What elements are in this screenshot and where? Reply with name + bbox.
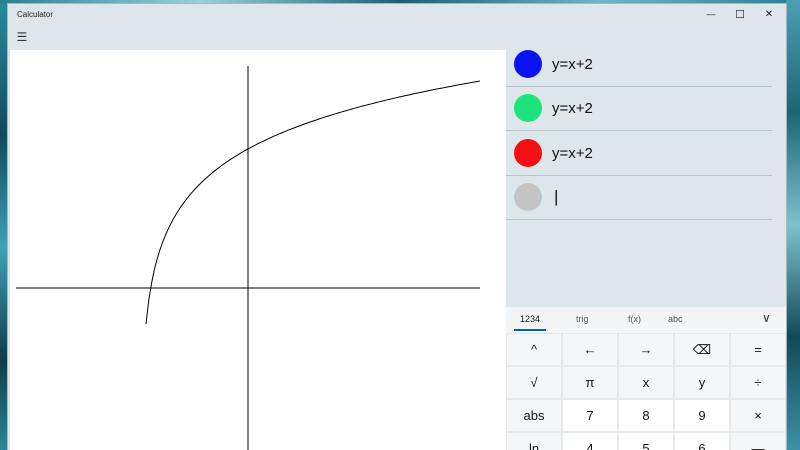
new-equation-color-swatch (514, 183, 542, 211)
maximize-icon: ☐ (735, 8, 745, 21)
collapse-keypad-button[interactable]: ∨ (762, 311, 771, 325)
key-ln[interactable]: ln (506, 432, 562, 450)
key-cursor-left[interactable]: ← (562, 333, 618, 366)
graph-svg (16, 66, 481, 450)
equation-row[interactable]: y=x+2 (506, 42, 772, 87)
close-icon: ✕ (764, 8, 774, 20)
title-bar[interactable]: Calculator — ☐ ✕ (8, 4, 786, 26)
key-divide[interactable]: ÷ (730, 366, 786, 399)
key-backspace[interactable]: ⌫ (674, 333, 730, 366)
key-sqrt[interactable]: √ (506, 366, 562, 399)
key-cursor-right[interactable]: → (618, 333, 674, 366)
key-9[interactable]: 9 (674, 399, 730, 432)
equation-text[interactable]: y=x+2 (552, 145, 593, 162)
key-abs[interactable]: abs (506, 399, 562, 432)
key-4[interactable]: 4 (562, 432, 618, 450)
active-tab-indicator (514, 329, 546, 331)
key-minus[interactable]: — (730, 432, 786, 450)
equation-color-swatch[interactable] (514, 94, 542, 122)
tab-abc[interactable]: abc (668, 314, 683, 324)
minimize-icon: — (706, 9, 716, 19)
key-6[interactable]: 6 (674, 432, 730, 450)
maximize-button[interactable]: ☐ (725, 4, 755, 24)
equation-text[interactable]: y=x+2 (552, 56, 593, 73)
tab-trig[interactable]: trig (576, 314, 589, 324)
hamburger-menu-button[interactable]: ☰ (14, 30, 30, 44)
keypad-tab-bar: 1234 trig f(x) abc ∨ (506, 307, 786, 333)
new-equation-input[interactable]: | (554, 187, 558, 207)
keypad: ^ ← → ⌫ = √ π x y ÷ abs 7 8 9 × ln 4 5 6… (506, 333, 786, 450)
window-title: Calculator (17, 10, 54, 19)
equation-list: y=x+2 y=x+2 y=x+2 | (506, 42, 772, 308)
tab-fx[interactable]: f(x) (628, 314, 641, 324)
key-power[interactable]: ^ (506, 333, 562, 366)
desktop-background-right (786, 0, 800, 450)
tab-1234[interactable]: 1234 (520, 314, 540, 324)
key-8[interactable]: 8 (618, 399, 674, 432)
new-equation-row[interactable]: | (506, 175, 772, 220)
key-x[interactable]: x (618, 366, 674, 399)
equation-row[interactable]: y=x+2 (506, 131, 772, 176)
equation-color-swatch[interactable] (514, 50, 542, 78)
chevron-down-icon: ∨ (762, 311, 771, 325)
key-5[interactable]: 5 (618, 432, 674, 450)
hamburger-icon: ☰ (16, 30, 28, 44)
desktop-background-left (0, 0, 8, 450)
key-7[interactable]: 7 (562, 399, 618, 432)
close-button[interactable]: ✕ (754, 4, 784, 24)
key-equals[interactable]: = (730, 333, 786, 366)
key-y[interactable]: y (674, 366, 730, 399)
key-pi[interactable]: π (562, 366, 618, 399)
key-multiply[interactable]: × (730, 399, 786, 432)
equation-color-swatch[interactable] (514, 139, 542, 167)
equation-text[interactable]: y=x+2 (552, 100, 593, 117)
equation-row[interactable]: y=x+2 (506, 86, 772, 131)
minimize-button[interactable]: — (696, 4, 726, 24)
graph-canvas[interactable] (10, 50, 506, 450)
calculator-window: Calculator — ☐ ✕ ☰ y=x+2 y=x+2 y=x+2 | 1… (8, 4, 786, 450)
